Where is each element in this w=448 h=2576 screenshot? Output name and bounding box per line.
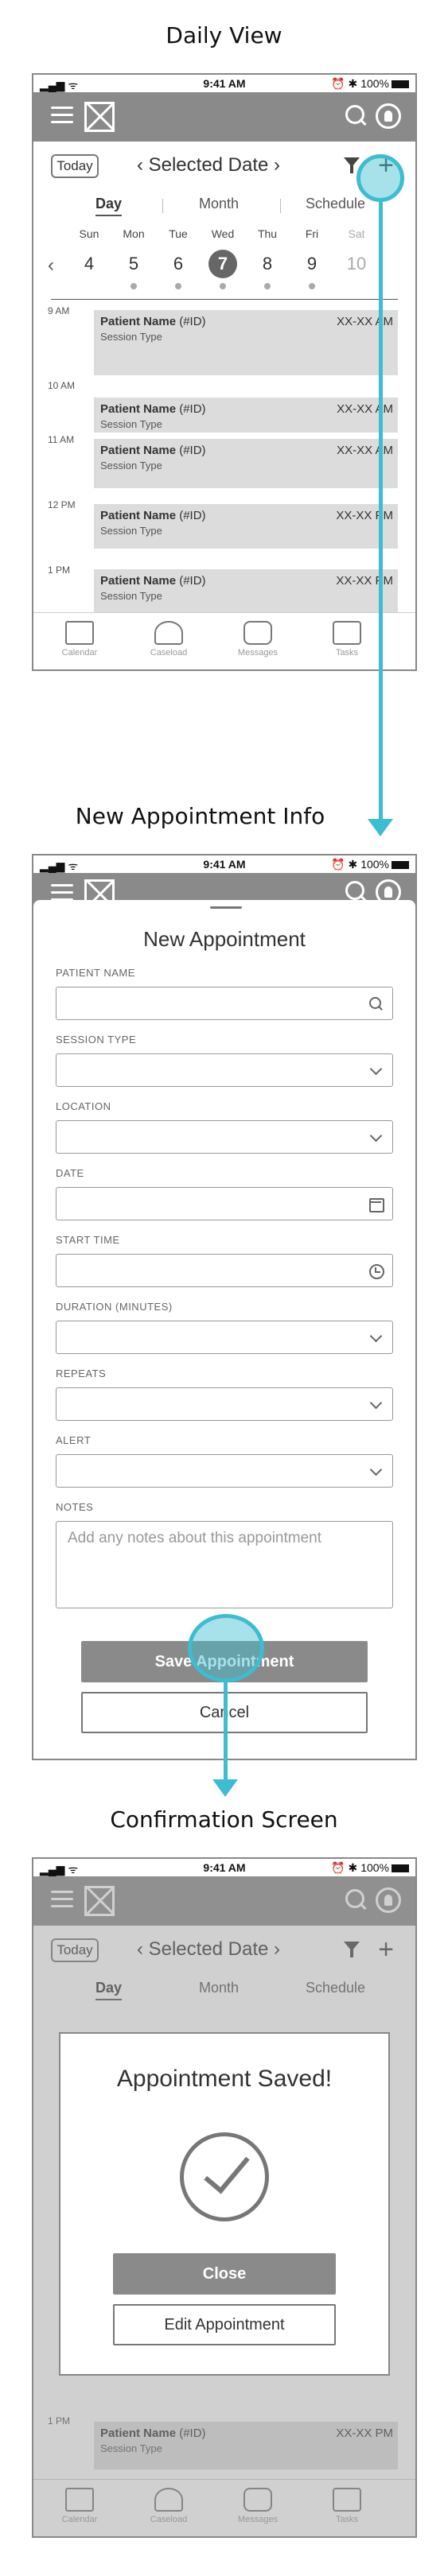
chevron-left-icon[interactable]: ‹ — [137, 154, 149, 176]
week-prev-icon[interactable]: ‹ — [48, 254, 54, 277]
battery-icon — [392, 1864, 409, 1873]
tab-schedule[interactable]: Schedule — [306, 196, 365, 212]
chevron-down-icon — [368, 1464, 383, 1478]
repeats-select[interactable] — [56, 1387, 393, 1421]
checkmark-icon — [180, 2132, 269, 2221]
highlight-ring-save — [188, 1614, 264, 1682]
search-icon[interactable] — [344, 103, 368, 127]
appointment-saved-dialog: Appointment Saved! Close Edit Appointmen… — [59, 2032, 390, 2376]
chevron-down-icon — [368, 1063, 383, 1077]
chevron-down-icon — [368, 1130, 383, 1144]
alert-select[interactable] — [56, 1454, 393, 1488]
clock-icon — [368, 1263, 384, 1279]
notification-bell-icon[interactable] — [376, 103, 401, 129]
location-field: LOCATION — [56, 1100, 393, 1154]
session-type-select[interactable] — [56, 1053, 393, 1087]
patient-name-input[interactable] — [56, 987, 393, 1020]
clipboard-icon — [333, 621, 361, 645]
people-icon — [154, 621, 183, 645]
start-time-input[interactable] — [56, 1254, 393, 1287]
tab-caseload[interactable]: Caseload — [137, 621, 201, 658]
patient-name-field: PATIENT NAME — [56, 967, 393, 1020]
appointment-card[interactable]: Patient Name (#ID) Session Type XX-XX AM — [94, 396, 398, 433]
event-dot — [220, 283, 226, 289]
alert-field: ALERT — [56, 1434, 393, 1488]
tab-tasks[interactable]: Tasks — [315, 621, 379, 658]
section-title-new-appointment: New Appointment Info — [75, 803, 325, 829]
phone-daily-view: ▂▄▆ ᯤ 9:41 AM ⏰ ✱ 100% Today ‹ Selected … — [32, 73, 417, 671]
highlight-ring-add — [356, 154, 404, 202]
selected-date-label: Selected Date — [148, 154, 269, 176]
flow-arrow-icon — [212, 1779, 238, 1797]
repeats-field: REPEATS — [56, 1368, 393, 1421]
close-button[interactable]: Close — [113, 2253, 336, 2295]
day-sat[interactable]: Sat 10 — [336, 227, 377, 278]
tab-month[interactable]: Month — [199, 196, 239, 212]
navbar — [33, 92, 415, 142]
notes-field: NOTES Add any notes about this appointme… — [56, 1501, 393, 1608]
chevron-right-icon[interactable]: › — [274, 154, 280, 176]
day-wed[interactable]: Wed 7 — [202, 227, 243, 289]
tab-calendar[interactable]: Calendar — [48, 621, 111, 658]
status-bar: ▂▄▆ ᯤ 9:41 AM ⏰ ✱ 100% — [33, 75, 415, 92]
calendar-icon — [65, 621, 94, 645]
flow-connector — [379, 202, 383, 822]
tab-messages[interactable]: Messages — [226, 621, 290, 658]
sheet-title: New Appointment — [143, 927, 306, 951]
tab-day[interactable]: Day — [95, 196, 123, 216]
status-bar: ▂▄▆ ᯤ 9:41 AM ⏰ ✱ 100% — [33, 855, 415, 873]
chat-icon — [243, 621, 272, 645]
day-sun[interactable]: Sun 4 — [68, 227, 110, 278]
calendar-icon — [368, 1197, 384, 1212]
selected-date-selector[interactable]: ‹ Selected Date › — [113, 154, 304, 177]
week-strip: ‹ Sun 4 Mon 5 Tue 6 Wed 7 Thu 8 Fri 9 Sat 10 — [33, 223, 415, 302]
event-dot — [309, 283, 315, 289]
appointment-card[interactable]: Patient Name (#ID) Session Type XX-XX AM — [94, 437, 398, 488]
battery-status: ⏰ ✱ 100% — [331, 1861, 409, 1875]
battery-status: ⏰ ✱ 100% — [331, 858, 409, 871]
day-thu[interactable]: Thu 8 — [247, 227, 288, 289]
appointment-card[interactable]: Patient Name (#ID) Session Type XX-XX AM — [94, 308, 398, 375]
section-title-daily-view: Daily View — [166, 22, 282, 48]
dialog-title: Appointment Saved! — [116, 2066, 333, 2092]
edit-appointment-button[interactable]: Edit Appointment — [113, 2304, 336, 2345]
status-bar: ▂▄▆ ᯤ 9:41 AM ⏰ ✱ 100% — [33, 1859, 415, 1876]
phone-confirmation: ▂▄▆ ᯤ 9:41 AM ⏰ ✱ 100% Today ‹ Selected … — [32, 1857, 417, 2538]
battery-icon — [392, 861, 409, 870]
chevron-down-icon — [368, 1397, 383, 1411]
flow-connector — [224, 1682, 228, 1783]
start-time-field: START TIME — [56, 1234, 393, 1287]
search-icon — [368, 996, 383, 1011]
event-dot — [131, 283, 137, 289]
location-select[interactable] — [56, 1120, 393, 1154]
day-mon[interactable]: Mon 5 — [113, 227, 154, 289]
day-tue[interactable]: Tue 6 — [158, 227, 199, 289]
event-dot — [264, 283, 271, 289]
appointment-card[interactable]: Patient Name (#ID) Session Type XX-XX PM — [94, 502, 398, 549]
event-dot — [175, 283, 181, 289]
hamburger-menu-icon[interactable] — [51, 884, 73, 902]
bottom-tab-bar: Calendar Caseload Messages Tasks — [33, 612, 415, 669]
sheet-grabber[interactable] — [210, 906, 242, 909]
date-field: DATE — [56, 1167, 393, 1220]
session-type-field: SESSION TYPE — [56, 1034, 393, 1087]
section-title-confirmation: Confirmation Screen — [110, 1806, 338, 1833]
chevron-down-icon — [368, 1330, 383, 1344]
notes-textarea[interactable]: Add any notes about this appointment — [56, 1521, 393, 1608]
duration-select[interactable] — [56, 1321, 393, 1354]
battery-status: ⏰ ✱ 100% — [331, 77, 409, 91]
battery-icon — [392, 80, 409, 89]
duration-field: DURATION (MINUTES) — [56, 1301, 393, 1354]
today-button[interactable]: Today — [51, 154, 99, 178]
app-logo-icon — [84, 102, 115, 132]
day-fri[interactable]: Fri 9 — [291, 227, 333, 289]
view-tabs: Day Month Schedule — [33, 191, 415, 223]
date-input[interactable] — [56, 1187, 393, 1220]
hamburger-menu-icon[interactable] — [51, 107, 73, 124]
